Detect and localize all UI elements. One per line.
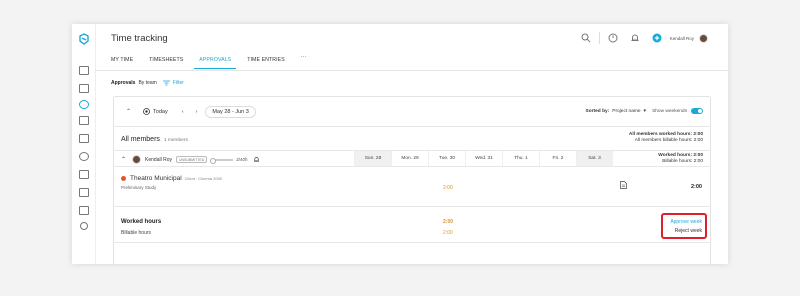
project-client: Client : Cinema 2000 <box>184 176 223 181</box>
filter-bar: Approvals By team Filter <box>111 80 184 86</box>
project-title: Theatro Municipal Client : Cinema 2000 <box>121 175 222 182</box>
target-icon <box>143 108 150 115</box>
main-content: Time tracking Kendall Roy MY TIME TIMESH… <box>96 24 728 264</box>
member-collapse-icon[interactable]: ⌃ <box>121 156 126 163</box>
sort-select[interactable]: Project name <box>612 109 640 114</box>
today-button[interactable]: Today <box>143 108 168 115</box>
member-avatar <box>132 155 142 164</box>
day-header: Thu. 1 <box>502 151 539 166</box>
by-team-selector[interactable]: By team <box>138 80 156 86</box>
billable-hours-label: Billable hours <box>121 230 152 236</box>
members-count: 1 members <box>163 138 188 143</box>
filter-button[interactable]: Filter <box>162 80 184 86</box>
nav-reports-icon[interactable] <box>79 170 89 179</box>
project-name[interactable]: Theatro Municipal <box>130 175 182 182</box>
approval-actions-highlight: Approve week Reject week <box>661 213 707 239</box>
member-row: ⌃ Kendall Roy UNSUBMITTED 2/40h Sun. 28 … <box>114 151 710 167</box>
day-header: Mon. 29 <box>391 151 428 166</box>
filter-icon <box>162 80 170 86</box>
reminder-bell-icon[interactable] <box>253 156 260 163</box>
document-icon[interactable] <box>620 181 627 189</box>
collapse-all-icon[interactable]: ⌃ <box>126 108 131 115</box>
filter-label: Filter <box>172 80 184 86</box>
approvals-panel: ⌃ Today ‹ › May 28 - Jun 3 Sorted by: Pr… <box>113 96 711 264</box>
sort-controls: Sorted by: Project name ▾ Show weekends <box>586 108 703 114</box>
approve-week-button[interactable]: Approve week <box>663 219 702 226</box>
nav-invoices-icon[interactable] <box>79 188 89 197</box>
project-row: Theatro Municipal Client : Cinema 2000 P… <box>114 167 710 207</box>
week-days-header: Sun. 28 Mon. 29 Tue. 30 Wed. 31 Thu. 1 F… <box>354 151 613 166</box>
all-members-label: All members <box>121 136 160 143</box>
add-icon[interactable] <box>652 33 662 43</box>
member-name[interactable]: Kendall Roy <box>145 157 172 163</box>
sorted-by-label: Sorted by: <box>585 108 610 114</box>
next-week-icon[interactable]: › <box>196 109 198 115</box>
member-info: ⌃ Kendall Roy UNSUBMITTED 2/40h <box>121 155 260 164</box>
nav-billing-icon[interactable] <box>79 152 89 161</box>
member-summary: Worked hours: 2:00 Billable hours: 2:00 <box>658 153 703 165</box>
nav-expenses-icon[interactable] <box>79 116 89 125</box>
header-actions: Kendall Roy <box>581 32 708 44</box>
worked-hours-value: 2:00 <box>443 219 454 225</box>
timer-icon[interactable] <box>608 33 618 43</box>
all-members-row: All members 1 members All members worked… <box>114 127 710 151</box>
search-icon[interactable] <box>581 33 591 43</box>
page-title: Time tracking <box>111 33 168 44</box>
day-header: Sat. 3 <box>576 151 613 166</box>
sort-caret-icon[interactable]: ▾ <box>644 108 647 114</box>
header-divider <box>598 32 600 44</box>
reject-week-button[interactable]: Reject week <box>663 228 702 235</box>
tab-my-time[interactable]: MY TIME <box>111 57 133 69</box>
all-members-billable-hours: All members billable hours: 2:00 <box>634 138 703 143</box>
tab-more-menu[interactable]: ··· <box>301 54 306 69</box>
project-total-hours: 2:00 <box>690 184 702 190</box>
all-members-summary: All members worked hours: 2:00 All membe… <box>629 132 703 144</box>
app-logo-icon[interactable] <box>78 33 90 45</box>
nav-time-tracking-icon[interactable] <box>79 100 89 109</box>
week-summary-row: Worked hours Billable hours 2:00 2:00 Ap… <box>114 207 710 243</box>
app-window: Time tracking Kendall Roy MY TIME TIMESH… <box>72 24 728 264</box>
approvals-label: Approvals <box>111 80 136 86</box>
hours-progress-text: 2/40h <box>236 157 248 162</box>
tab-bar: MY TIME TIMESHEETS APPROVALS TIME ENTRIE… <box>111 54 322 69</box>
status-badge: UNSUBMITTED <box>176 156 208 163</box>
day-header: Fri. 2 <box>539 151 576 166</box>
all-members-title: All members 1 members <box>121 136 188 143</box>
show-weekends-label: Show weekends <box>652 108 687 114</box>
project-subtask: Preliminary Study <box>121 185 157 190</box>
today-label: Today <box>153 108 168 115</box>
date-range-picker[interactable]: May 28 - Jun 3 <box>205 105 256 118</box>
tab-time-entries[interactable]: TIME ENTRIES <box>247 57 285 69</box>
left-nav-rail <box>72 24 96 264</box>
day-header: Sun. 28 <box>354 151 391 166</box>
previous-week-icon[interactable]: ‹ <box>182 109 184 115</box>
user-name[interactable]: Kendall Roy <box>670 36 694 41</box>
nav-dashboard-icon[interactable] <box>79 66 89 75</box>
user-avatar[interactable] <box>699 33 708 43</box>
tab-timesheets[interactable]: TIMESHEETS <box>149 57 183 69</box>
member-billable-hours: Billable hours: 2:00 <box>662 159 703 164</box>
day-header: Tue. 30 <box>428 151 465 166</box>
hours-progress-bar <box>210 157 234 164</box>
billable-hours-value: 2:00 <box>443 230 453 236</box>
nav-user-icon[interactable] <box>80 222 88 230</box>
nav-company-icon[interactable] <box>79 206 89 215</box>
show-weekends-toggle[interactable] <box>691 108 703 114</box>
nav-calendar-icon[interactable] <box>79 134 89 143</box>
tab-divider <box>96 70 728 71</box>
project-day-hours[interactable]: 2:00 <box>443 185 453 191</box>
bell-icon[interactable] <box>630 33 640 43</box>
date-toolbar: ⌃ Today ‹ › May 28 - Jun 3 Sorted by: Pr… <box>114 97 710 127</box>
day-header: Wed. 31 <box>465 151 502 166</box>
nav-briefcase-icon[interactable] <box>79 84 89 93</box>
tab-approvals[interactable]: APPROVALS <box>194 57 237 69</box>
worked-hours-label: Worked hours <box>121 219 162 225</box>
project-color-dot <box>121 176 126 181</box>
